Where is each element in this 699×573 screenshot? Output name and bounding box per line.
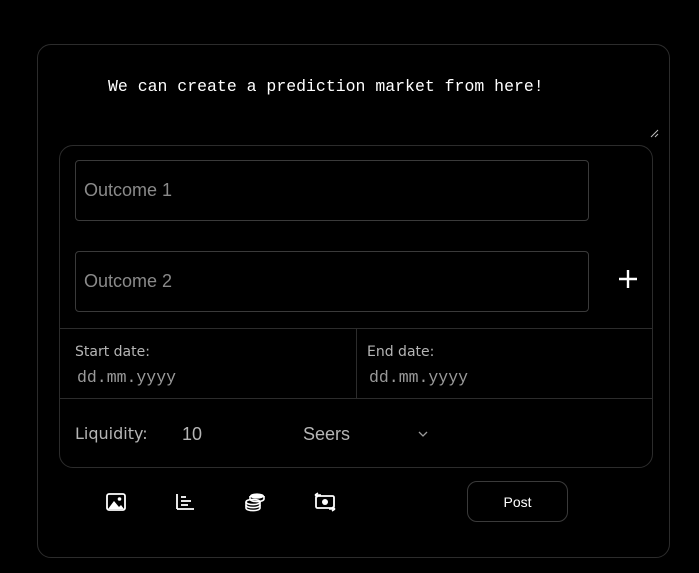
compose-card: We can create a prediction market from h…	[37, 44, 670, 558]
post-composer-input[interactable]: We can create a prediction market from h…	[38, 45, 669, 141]
money-exchange-icon[interactable]	[313, 490, 337, 514]
post-button[interactable]: Post	[467, 481, 568, 522]
plus-icon	[619, 270, 637, 288]
start-date-label: Start date:	[75, 344, 150, 360]
prediction-market-form: Start date: End date: Liquidity: Seers	[59, 145, 653, 468]
liquidity-label: Liquidity:	[75, 424, 148, 443]
outcome-1-input[interactable]	[75, 160, 589, 221]
divider	[60, 398, 652, 399]
add-outcome-button[interactable]	[613, 264, 643, 294]
chevron-down-icon	[418, 431, 428, 437]
end-date-input[interactable]	[367, 366, 571, 388]
token-select-value: Seers	[303, 423, 351, 444]
image-icon[interactable]	[104, 490, 128, 514]
end-date-label: End date:	[367, 344, 435, 360]
start-date-input[interactable]	[75, 366, 279, 388]
resize-handle-icon[interactable]	[650, 129, 659, 138]
outcome-2-input[interactable]	[75, 251, 589, 312]
token-select[interactable]: Seers	[303, 420, 433, 448]
divider	[356, 328, 357, 398]
coin-stack-icon[interactable]	[243, 490, 267, 514]
liquidity-input[interactable]	[178, 422, 276, 446]
poll-chart-icon[interactable]	[173, 490, 197, 514]
